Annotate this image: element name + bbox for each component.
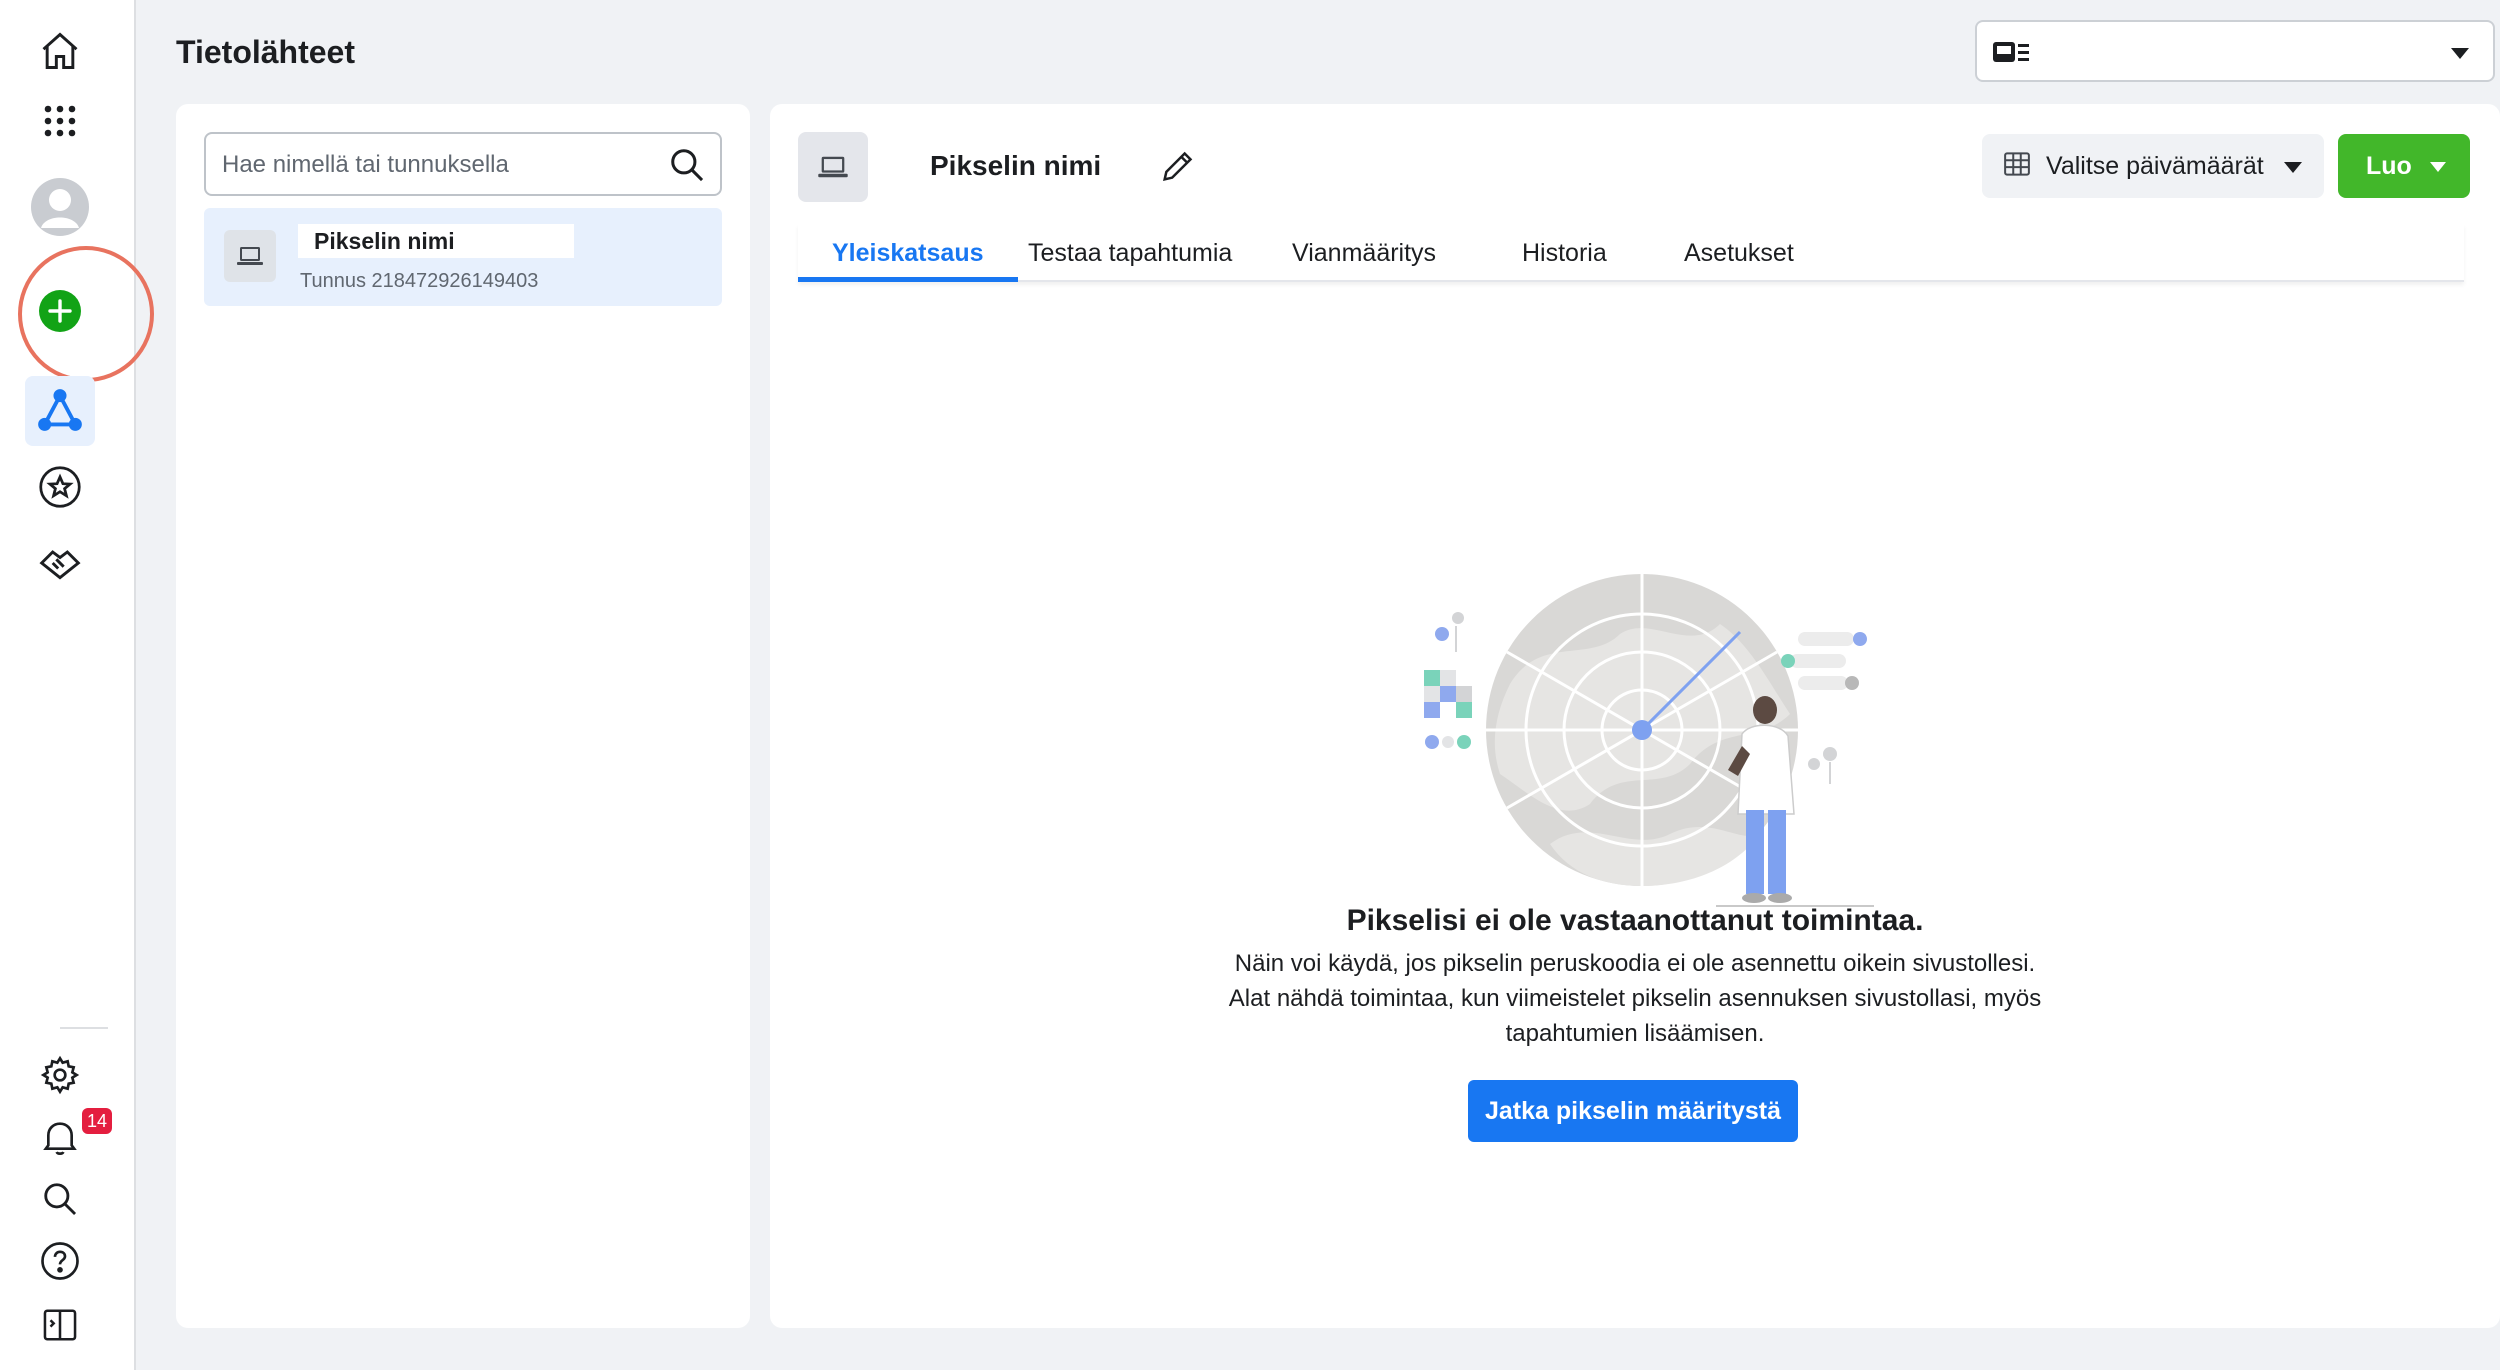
pixel-name: Pikselin nimi (298, 224, 574, 258)
continue-setup-button[interactable]: Jatka pikselin määritystä (1468, 1080, 1798, 1142)
page-title: Tietolähteet (176, 34, 355, 70)
tab-overview[interactable]: Yleiskatsaus (798, 224, 1018, 282)
home-icon[interactable] (35, 26, 85, 76)
pencil-icon[interactable] (1158, 146, 1198, 191)
star-icon[interactable] (35, 462, 85, 512)
pixel-title: Pikselin nimi (930, 150, 1102, 181)
pixel-detail-panel: Pikselin nimi Valitse päivämäärät Luo Yl… (770, 104, 2500, 1328)
tab-bar: Yleiskatsaus Testaa tapahtumia Vianmääri… (798, 224, 2464, 282)
empty-state-body: Näin voi käydä, jos pikselin peruskoodia… (770, 946, 2500, 1051)
notification-badge: 14 (82, 1108, 112, 1134)
help-icon[interactable] (35, 1236, 85, 1286)
panel-icon[interactable] (35, 1300, 85, 1350)
tab-test-events[interactable]: Testaa tapahtumia (994, 224, 1266, 282)
apps-grid-icon[interactable] (35, 96, 85, 146)
create-label: Luo (2366, 151, 2412, 180)
empty-state-line: tapahtumien lisäämisen. (1505, 1020, 1765, 1047)
tab-diagnostics[interactable]: Vianmääritys (1258, 224, 1470, 282)
search-icon[interactable] (35, 1174, 85, 1224)
laptop-icon (224, 230, 276, 282)
pixel-id: Tunnus 218472926149403 (300, 270, 539, 292)
handshake-icon[interactable] (35, 538, 85, 588)
empty-state-line: Näin voi käydä, jos pikselin peruskoodia… (1234, 950, 2036, 977)
highlight-ring (18, 246, 154, 382)
tab-settings[interactable]: Asetukset (1650, 224, 1828, 282)
data-sources-icon[interactable] (25, 376, 95, 446)
laptop-icon (798, 132, 868, 202)
empty-state-title: Pikselisi ei ole vastaanottanut toiminta… (1346, 904, 1924, 937)
rail-divider (60, 1027, 108, 1029)
search-input[interactable] (222, 146, 662, 184)
left-nav-rail: 14 (0, 0, 154, 1370)
chevron-down-icon (2430, 162, 2446, 172)
chevron-down-icon (2284, 162, 2302, 173)
chevron-down-icon (2451, 48, 2469, 59)
list-item-pixel[interactable]: Pikselin nimi Tunnus 218472926149403 (204, 208, 722, 306)
empty-state-line: Alat nähdä toimintaa, kun viimeistelet p… (1228, 985, 2042, 1012)
create-button[interactable]: Luo (2338, 134, 2470, 198)
account-selector[interactable] (1975, 20, 2495, 82)
tab-history[interactable]: Historia (1488, 224, 1641, 282)
data-source-list-panel: Pikselin nimi Tunnus 218472926149403 (176, 104, 750, 1328)
search-icon[interactable] (668, 146, 706, 189)
account-icon (1991, 38, 2031, 73)
search-field[interactable] (204, 132, 722, 196)
date-range-label: Valitse päivämäärät (2046, 151, 2264, 180)
date-range-button[interactable]: Valitse päivämäärät (1982, 134, 2324, 198)
avatar[interactable] (31, 178, 89, 236)
gear-icon[interactable] (35, 1050, 85, 1100)
calendar-icon (2002, 149, 2032, 184)
bell-icon[interactable] (35, 1112, 85, 1162)
